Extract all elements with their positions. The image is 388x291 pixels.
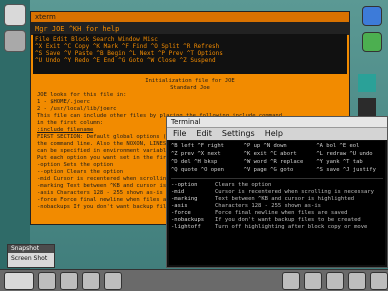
option-desc: Text between ^KB and cursor is highlight… — [215, 196, 355, 202]
help-cell: ^Q quote ^O open — [171, 167, 224, 173]
clock-icon[interactable] — [362, 32, 382, 52]
option-desc: Force final newline when files are saved — [215, 210, 348, 216]
option-desc: If you don't want backup files to be cre… — [215, 217, 361, 223]
help-cell: ^S save ^J justify — [316, 167, 376, 173]
help-cell: ^L redraw ^U undo — [316, 151, 373, 157]
content-line: Initialization file for JOE — [145, 78, 235, 84]
taskbar-item-2[interactable] — [38, 271, 56, 290]
taskbar — [0, 269, 388, 291]
option-key: -asis — [171, 203, 188, 209]
terminal-window[interactable]: Terminal File Edit Settings Help ^B left… — [166, 116, 388, 268]
taskbar-item-1[interactable] — [4, 271, 34, 290]
snapshot-dialog[interactable]: Snapshot Screen Shot — [7, 244, 55, 268]
terminal-help-grid: ^B left ^F right ^P up ^N down ^A bol ^E… — [171, 143, 383, 174]
content-line: 2 - /usr/local/lib/joerc — [37, 106, 117, 112]
help-cell: ^W word ^R replace — [243, 159, 304, 165]
network-icon[interactable] — [362, 6, 382, 26]
terminal-divider — [171, 178, 383, 179]
help-line: ^S Save ^V Paste ^B Begin ^L Next ^P Pre… — [35, 50, 223, 57]
help-line: ^U Undo ^Y Redo ^E End ^G Goto ^W Close … — [35, 57, 216, 64]
taskbar-item-9[interactable] — [348, 271, 366, 290]
right-desktop-icons — [358, 74, 376, 116]
menu-edit[interactable]: Edit — [196, 128, 212, 140]
help-cell: ^Z prev ^X next — [171, 151, 221, 157]
taskbar-item-7[interactable] — [304, 271, 322, 290]
terminal-titlebar[interactable]: Terminal — [167, 117, 387, 128]
taskbar-item-6[interactable] — [282, 271, 300, 290]
help-cell: ^D del ^H bksp — [171, 159, 218, 165]
terminal-screen[interactable]: ^B left ^F right ^P up ^N down ^A bol ^E… — [169, 141, 385, 265]
help-line: File Edit Block Search Window Misc — [35, 36, 158, 43]
editor-status-text: Mgr JOE ^KH for help — [35, 25, 120, 33]
help-cell: ^Y yank ^T tab — [316, 159, 363, 165]
option-key: -force — [171, 210, 191, 216]
menu-file[interactable]: File — [173, 128, 186, 140]
terminal-option-row: -marking Text between ^KB and cursor is … — [171, 196, 383, 203]
help-cell: ^V page ^G goto — [243, 167, 294, 173]
option-desc: Turn off highlighting after block copy o… — [215, 224, 368, 230]
option-key: -marking — [171, 196, 198, 202]
terminal-option-row: --option Clears the option — [171, 182, 383, 189]
editor-title: xterm — [35, 13, 56, 21]
taskbar-item-4[interactable] — [82, 271, 100, 290]
option-key: -mid — [171, 189, 185, 195]
menu-settings[interactable]: Settings — [222, 128, 255, 140]
editor-titlebar[interactable]: xterm — [31, 12, 349, 23]
option-desc: Characters 128 - 255 shown as-is — [215, 203, 321, 209]
content-line: JOE looks for this file in: — [37, 92, 127, 98]
taskbar-item-8[interactable] — [326, 271, 344, 290]
menu-help[interactable]: Help — [265, 128, 283, 140]
terminal-option-row: -asis Characters 128 - 255 shown as-is — [171, 203, 383, 210]
editor-help-box: File Edit Block Search Window Misc ^X Ex… — [33, 34, 347, 74]
terminal-option-row: -nobackups If you don't want backup file… — [171, 217, 383, 224]
help-cell: ^K exit ^C abort — [243, 151, 297, 157]
terminal-option-row: -force Force final newline when files ar… — [171, 210, 383, 217]
option-desc: Cursor is recentered when scrolling is n… — [215, 189, 374, 195]
content-line: Standard Joe — [170, 85, 210, 91]
help-cell: ^P up ^N down — [243, 143, 287, 149]
terminal-title: Terminal — [171, 118, 201, 126]
option-key: -lightoff — [171, 224, 201, 230]
option-key: --option — [171, 182, 198, 188]
folder-icon[interactable] — [358, 98, 376, 116]
snapshot-dialog-body: Screen Shot — [11, 255, 48, 262]
top-right-tray — [362, 6, 382, 52]
taskbar-item-5[interactable] — [104, 271, 122, 290]
taskbar-item-10[interactable] — [370, 271, 388, 290]
content-line: 1 - $HOME/.joerc — [37, 99, 90, 105]
settings-icon[interactable] — [4, 30, 26, 52]
terminal-icon[interactable] — [4, 4, 26, 26]
terminal-option-row: -mid Cursor is recentered when scrolling… — [171, 189, 383, 196]
terminal-option-row: -lightoff Turn off highlighting after bl… — [171, 224, 383, 231]
help-cell: ^A bol ^E eol — [316, 143, 360, 149]
option-desc: Clears the option — [215, 182, 272, 188]
help-cell: ^B left ^F right — [171, 143, 224, 149]
help-line: ^X Exit ^C Copy ^K Mark ^F Find ^O Split… — [35, 43, 220, 50]
mail-icon[interactable] — [358, 74, 376, 92]
option-key: -nobackups — [171, 217, 205, 223]
taskbar-item-3[interactable] — [60, 271, 78, 290]
snapshot-dialog-title[interactable]: Snapshot — [8, 245, 54, 253]
terminal-menubar: File Edit Settings Help — [167, 128, 387, 140]
